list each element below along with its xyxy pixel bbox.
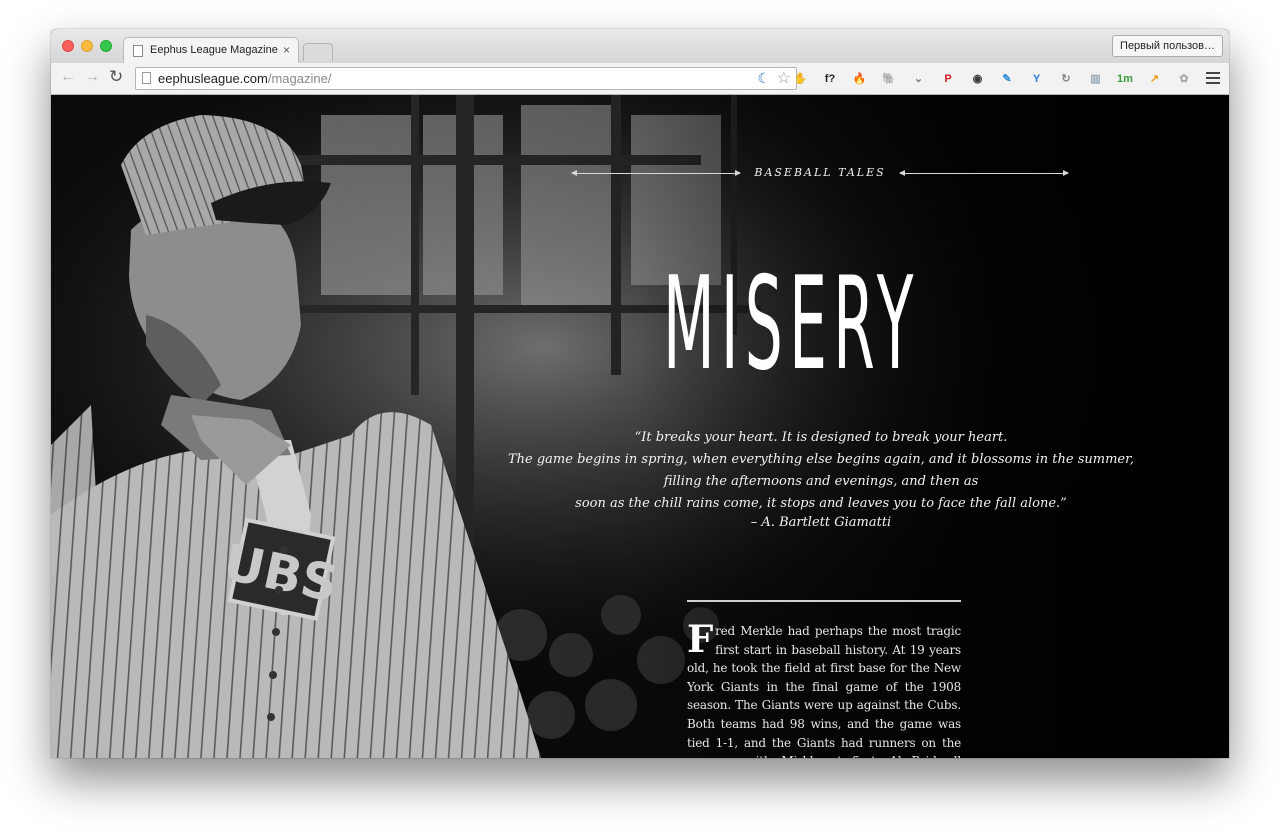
- zoom-window-button[interactable]: [100, 40, 112, 52]
- kicker-row: BASEBALL TALES: [571, 166, 1069, 182]
- refresh-ext-icon[interactable]: ↻: [1058, 71, 1075, 88]
- tab-close-icon[interactable]: ×: [283, 43, 290, 57]
- magazine-page: UBS BASEBALL TALES MISERY “It breaks you…: [51, 95, 1229, 758]
- adblock-icon[interactable]: ✋: [792, 71, 809, 88]
- pinterest-icon[interactable]: P: [940, 71, 957, 88]
- font-icon[interactable]: f?: [822, 71, 839, 88]
- article-text: red Merkle had perhaps the most tragic f…: [687, 624, 961, 758]
- quote-attribution: – A. Bartlett Giamatti: [750, 515, 892, 530]
- headline: MISERY: [663, 250, 920, 399]
- page-icon: [142, 72, 151, 84]
- camera-icon[interactable]: ◉: [969, 71, 986, 88]
- article-body: Fred Merkle had perhaps the most tragic …: [687, 617, 961, 759]
- paw-icon[interactable]: ✿: [1176, 71, 1193, 88]
- eyedropper-icon[interactable]: ✎: [999, 71, 1016, 88]
- reload-icon[interactable]: ↻: [109, 67, 123, 87]
- drop-cap: F: [687, 617, 714, 661]
- quote-line: “It breaks your heart. It is designed to…: [634, 430, 1008, 445]
- quote-line: filling the afternoons and evenings, and…: [663, 474, 979, 489]
- menu-icon[interactable]: [1206, 70, 1220, 87]
- article-divider: [687, 600, 961, 602]
- fire-icon[interactable]: 🔥: [851, 71, 868, 88]
- close-window-button[interactable]: [62, 40, 74, 52]
- tab-title: Eephus League Magazine: [150, 44, 278, 56]
- quote-line: soon as the chill rains come, it stops a…: [575, 496, 1067, 511]
- chart-icon[interactable]: ↗: [1146, 71, 1163, 88]
- title-bar: Eephus League Magazine × Первый пользов…: [51, 29, 1229, 64]
- url-text[interactable]: eephusleague.com/magazine/: [158, 71, 331, 86]
- y-icon[interactable]: Y: [1028, 71, 1045, 88]
- new-tab-button[interactable]: [303, 43, 333, 61]
- timer-icon[interactable]: 1m: [1117, 71, 1134, 88]
- toolbar: ← → ↻ eephusleague.com/magazine/ ☾ ☆ ✋ f?…: [51, 63, 1229, 95]
- bookmark-star-icon[interactable]: ☆: [777, 68, 791, 88]
- moon-extension-icon[interactable]: ☾: [757, 70, 770, 87]
- pocket-icon[interactable]: ⌄: [910, 71, 927, 88]
- right-arrow-line: [899, 170, 1069, 176]
- reader-icon[interactable]: ▥: [1087, 71, 1104, 88]
- evernote-icon[interactable]: 🐘: [881, 71, 898, 88]
- browser-window: Eephus League Magazine × Первый пользов……: [51, 29, 1229, 758]
- back-icon[interactable]: ←: [60, 68, 76, 86]
- page-icon: [133, 45, 143, 57]
- profile-button[interactable]: Первый пользов…: [1112, 35, 1223, 57]
- quote-line: The game begins in spring, when everythi…: [507, 452, 1135, 467]
- minimize-window-button[interactable]: [81, 40, 93, 52]
- forward-icon[interactable]: →: [84, 68, 100, 86]
- epigraph-quote: “It breaks your heart. It is designed to…: [491, 427, 1151, 515]
- tab-eephus-league[interactable]: Eephus League Magazine ×: [123, 37, 299, 64]
- address-bar[interactable]: eephusleague.com/magazine/ ☾ ☆: [135, 67, 797, 90]
